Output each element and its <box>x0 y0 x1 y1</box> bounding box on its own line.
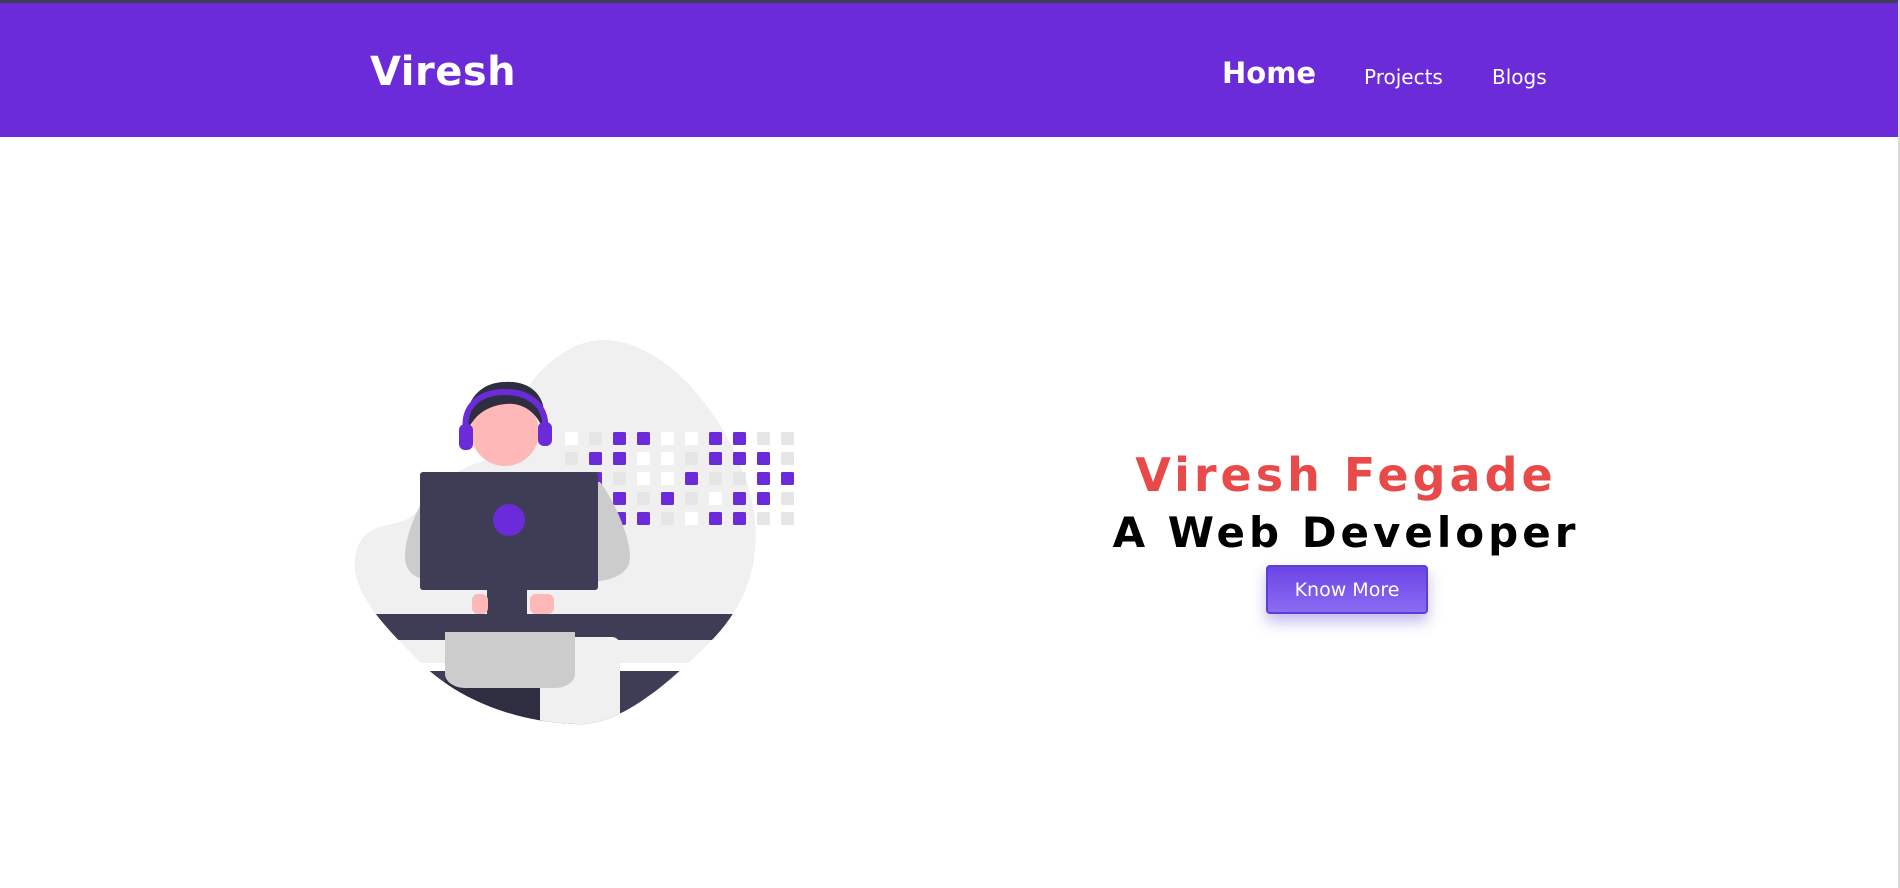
navbar: Viresh Home Projects Blogs <box>0 3 1898 137</box>
know-more-button[interactable]: Know More <box>1266 565 1428 614</box>
hero-name: Viresh Fegade <box>1135 448 1557 502</box>
desk <box>354 614 756 640</box>
page: Viresh Home Projects Blogs Viresh Fegade… <box>0 0 1900 888</box>
developer-illustration <box>354 340 794 725</box>
monitor-logo <box>493 504 525 536</box>
nav-link-home[interactable]: Home <box>1222 56 1316 90</box>
nav-link-projects[interactable]: Projects <box>1364 65 1443 89</box>
brand-logo[interactable]: Viresh <box>370 49 516 95</box>
nav-link-blogs[interactable]: Blogs <box>1492 65 1547 89</box>
hero-role: A Web Developer <box>1112 508 1580 557</box>
